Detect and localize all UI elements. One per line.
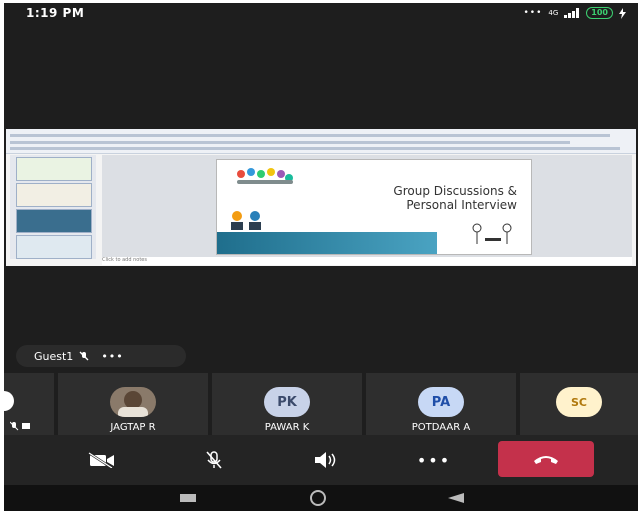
participant-tile[interactable]: SC <box>520 373 638 435</box>
signal-icon <box>564 8 580 18</box>
participant-strip[interactable]: JAGTAP R PK PAWAR K PA POTDAAR A SC <box>4 373 638 435</box>
slide-thumbnail <box>16 183 92 207</box>
mic-off-icon <box>79 351 89 361</box>
slide-footer-bar <box>217 232 437 254</box>
slide-thumbnail <box>16 209 92 233</box>
participant-tile[interactable]: PA POTDAAR A <box>366 373 516 435</box>
slide-title: Group Discussions & Personal Interview <box>393 184 517 212</box>
participant-name: POTDAAR A <box>411 422 471 433</box>
status-bar: 1:19 PM ••• 4G 100 <box>4 3 638 25</box>
participant-tile[interactable]: JAGTAP R <box>58 373 208 435</box>
hang-up-icon <box>534 456 558 464</box>
call-controls: ••• <box>4 435 638 485</box>
mic-off-icon <box>206 451 222 469</box>
recents-icon[interactable] <box>180 494 196 502</box>
status-icons: ••• 4G 100 <box>523 7 626 19</box>
ribbon-row <box>10 147 620 150</box>
system-navigation-bar <box>4 485 638 511</box>
discussion-graphic-icon <box>231 211 261 230</box>
notes-pane[interactable]: Click to add notes <box>102 257 632 265</box>
speaker-button[interactable] <box>296 445 356 475</box>
teams-meeting-screen: 1:19 PM ••• 4G 100 Group Discussions & P… <box>4 3 638 511</box>
slide-editor: Group Discussions & Personal Interview <box>102 155 632 259</box>
mic-toggle-button[interactable] <box>184 445 244 475</box>
avatar: PK <box>264 387 310 417</box>
interview-sketch-icon <box>472 223 512 244</box>
camera-toggle-button[interactable] <box>72 445 132 475</box>
speaker-icon <box>315 452 336 468</box>
guest-name: Guest1 <box>34 349 74 363</box>
status-time: 1:19 PM <box>26 6 85 20</box>
slide-thumbnails <box>10 155 96 259</box>
guest-participant-pill[interactable]: Guest1 ••• <box>16 345 186 367</box>
avatar: PA <box>418 387 464 417</box>
participant-tile-partial[interactable] <box>4 373 54 435</box>
powerpoint-ribbon <box>6 129 636 154</box>
shared-screen[interactable]: Group Discussions & Personal Interview C… <box>6 129 636 266</box>
people-graphic-icon <box>237 168 293 184</box>
current-slide: Group Discussions & Personal Interview <box>216 159 532 255</box>
avatar: SC <box>556 387 602 417</box>
slide-thumbnail <box>16 157 92 181</box>
home-icon[interactable] <box>310 490 326 506</box>
battery-icon: 100 <box>586 7 613 19</box>
ribbon-row <box>10 141 570 144</box>
participant-name: JAGTAP R <box>110 422 156 433</box>
slide-thumbnail <box>16 235 92 259</box>
guest-more-button[interactable]: ••• <box>101 350 123 363</box>
ribbon-row <box>10 134 610 137</box>
dots-icon: ••• <box>523 8 543 18</box>
mic-off-icon <box>10 421 30 431</box>
participant-name: PAWAR K <box>264 422 310 433</box>
avatar <box>4 391 14 411</box>
participant-tile[interactable]: PK PAWAR K <box>212 373 362 435</box>
network-type: 4G <box>548 9 559 17</box>
camera-off-icon <box>88 452 114 468</box>
avatar <box>110 387 156 417</box>
more-options-button[interactable]: ••• <box>404 445 464 475</box>
charging-icon <box>619 7 626 19</box>
hang-up-button[interactable] <box>498 441 594 477</box>
back-icon[interactable] <box>448 493 464 503</box>
